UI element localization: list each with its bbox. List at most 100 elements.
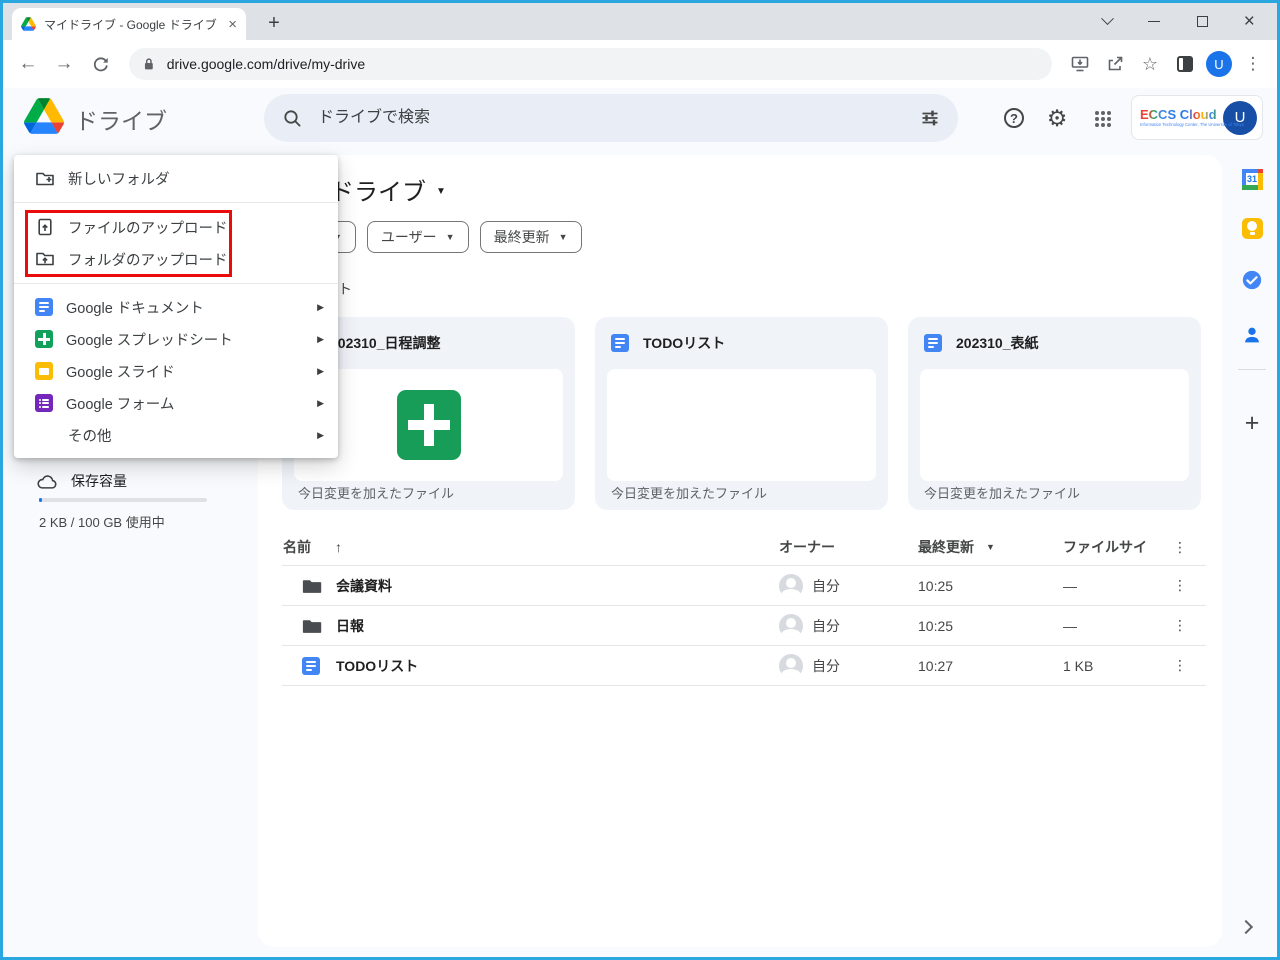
side-panel-divider bbox=[1238, 369, 1266, 370]
suggested-cards: 202310_日程調整 今日変更を加えたファイル TODOリスト 今日変更を加え… bbox=[282, 317, 1201, 510]
chevron-down-icon: ▼ bbox=[445, 232, 455, 242]
forms-icon bbox=[35, 394, 53, 412]
search-icon bbox=[284, 110, 301, 127]
tab-search-chevron-icon[interactable] bbox=[1101, 12, 1114, 26]
hide-side-panel-chevron-icon[interactable] bbox=[1238, 919, 1254, 935]
submenu-arrow-icon: ▶ bbox=[317, 365, 324, 376]
menu-item-label: Google フォーム bbox=[66, 396, 175, 413]
column-header-size[interactable]: ファイルサイ bbox=[1063, 529, 1147, 565]
menu-item-folder-upload[interactable]: フォルダのアップロード bbox=[14, 243, 338, 275]
browser-menu-icon[interactable]: ⋮ bbox=[1239, 50, 1267, 78]
menu-item-google-forms[interactable]: Google フォーム ▶ bbox=[14, 387, 338, 419]
browser-tab[interactable]: マイドライブ - Google ドライブ × bbox=[12, 8, 246, 40]
drive-account-avatar[interactable]: U bbox=[1223, 100, 1257, 135]
card-caption: 今日変更を加えたファイル bbox=[924, 486, 1081, 501]
title-dropdown-caret-icon[interactable]: ▼ bbox=[436, 186, 446, 197]
menu-item-google-slides[interactable]: Google スライド ▶ bbox=[14, 355, 338, 387]
row-menu-icon[interactable]: ⋮ bbox=[1170, 566, 1190, 605]
file-row[interactable]: 会議資料 自分 10:25 — ⋮ bbox=[282, 566, 1206, 606]
menu-item-label: Google スライド bbox=[66, 364, 175, 381]
apps-grid-icon[interactable] bbox=[1089, 105, 1115, 131]
header-label: 最終更新 bbox=[918, 539, 974, 555]
filter-chip-modified[interactable]: 最終更新 ▼ bbox=[479, 221, 582, 253]
window-close-button[interactable]: × bbox=[1244, 12, 1255, 31]
tab-close-icon[interactable]: × bbox=[228, 17, 237, 32]
tasks-icon[interactable] bbox=[1240, 268, 1264, 292]
get-addons-plus-icon[interactable]: + bbox=[1240, 409, 1264, 437]
chip-label: ユーザー bbox=[380, 229, 437, 245]
row-menu-icon[interactable]: ⋮ bbox=[1170, 606, 1190, 645]
menu-item-new-folder[interactable]: 新しいフォルダ bbox=[14, 155, 338, 202]
file-size: — bbox=[1063, 617, 1077, 634]
file-row[interactable]: TODOリスト 自分 10:27 1 KB ⋮ bbox=[282, 646, 1206, 686]
filter-chip-people[interactable]: ユーザー ▼ bbox=[366, 221, 469, 253]
folder-upload-icon bbox=[36, 252, 54, 266]
suggested-card[interactable]: TODOリスト 今日変更を加えたファイル bbox=[595, 317, 888, 510]
card-caption: 今日変更を加えたファイル bbox=[298, 486, 455, 501]
tab-title: マイドライブ - Google ドライブ bbox=[44, 17, 217, 32]
cloud-icon bbox=[37, 475, 57, 489]
drive-app-name: ドライブ bbox=[75, 108, 167, 134]
eccs-logo: ECCS Cloud Mail Information Technology C… bbox=[1140, 106, 1246, 128]
browser-window: マイドライブ - Google ドライブ × + × ← → drive.goo… bbox=[3, 3, 1277, 957]
calendar-icon[interactable]: 31 bbox=[1240, 167, 1264, 191]
list-settings-icon[interactable]: ⋮ bbox=[1170, 529, 1190, 565]
docs-icon bbox=[35, 298, 53, 316]
menu-divider bbox=[14, 202, 338, 203]
browser-profile-avatar[interactable]: U bbox=[1206, 51, 1232, 77]
file-size: 1 KB bbox=[1063, 657, 1094, 674]
file-row[interactable]: 日報 自分 10:25 — ⋮ bbox=[282, 606, 1206, 646]
window-maximize-button[interactable] bbox=[1196, 16, 1208, 27]
submenu-arrow-icon: ▶ bbox=[317, 301, 324, 312]
drive-logo[interactable] bbox=[24, 98, 64, 139]
contacts-icon[interactable] bbox=[1240, 323, 1264, 347]
menu-item-google-sheets[interactable]: Google スプレッドシート ▶ bbox=[14, 323, 338, 355]
slides-icon bbox=[35, 362, 53, 380]
owner-name: 自分 bbox=[812, 617, 840, 634]
new-tab-button[interactable]: + bbox=[260, 9, 288, 37]
account-pill[interactable]: ECCS Cloud Mail Information Technology C… bbox=[1131, 95, 1263, 140]
menu-item-google-docs[interactable]: Google ドキュメント ▶ bbox=[14, 291, 338, 323]
chip-label: 最終更新 bbox=[493, 229, 550, 245]
url-input[interactable] bbox=[164, 55, 1038, 73]
row-menu-icon[interactable]: ⋮ bbox=[1170, 646, 1190, 685]
browser-toolbar: ← → drive.google.com/drive/my-drive ☆ U … bbox=[3, 40, 1277, 88]
keep-icon[interactable] bbox=[1240, 216, 1264, 240]
sheets-icon bbox=[35, 330, 53, 348]
folder-icon bbox=[302, 566, 322, 605]
suggested-card[interactable]: 202310_表紙 今日変更を加えたファイル bbox=[908, 317, 1201, 510]
docs-file-icon bbox=[611, 334, 629, 352]
settings-gear-icon[interactable]: ⚙ bbox=[1044, 105, 1070, 131]
drive-search-bar[interactable] bbox=[264, 94, 958, 142]
eccs-logo-text: ECCS Cloud Mail bbox=[1140, 106, 1246, 122]
docs-file-icon bbox=[302, 646, 320, 685]
column-header-modified[interactable]: 最終更新 ▼ bbox=[918, 529, 995, 565]
address-bar[interactable] bbox=[129, 48, 1052, 80]
menu-item-label: フォルダのアップロード bbox=[68, 252, 228, 269]
card-file-name: TODOリスト bbox=[643, 335, 726, 351]
back-icon[interactable]: ← bbox=[13, 49, 43, 79]
storage-progress-bar bbox=[39, 498, 207, 502]
reload-icon[interactable] bbox=[85, 49, 115, 79]
sort-ascending-icon[interactable]: ↑ bbox=[335, 539, 342, 555]
window-minimize-button[interactable] bbox=[1148, 20, 1161, 23]
new-folder-icon bbox=[36, 172, 54, 185]
card-caption: 今日変更を加えたファイル bbox=[611, 486, 768, 501]
file-list-header: 名前 ↑ オーナー 最終更新 ▼ ファイルサイ ⋮ bbox=[282, 529, 1206, 566]
install-icon[interactable] bbox=[1066, 50, 1094, 78]
menu-item-file-upload[interactable]: ファイルのアップロード bbox=[14, 211, 338, 243]
sidebar-item-storage[interactable]: 保存容量 bbox=[36, 471, 127, 491]
bookmark-star-icon[interactable]: ☆ bbox=[1136, 50, 1164, 78]
help-icon[interactable]: ? bbox=[1001, 105, 1027, 131]
storage-progress-fill bbox=[39, 498, 42, 502]
forward-icon[interactable]: → bbox=[49, 49, 79, 79]
side-panel-icon[interactable] bbox=[1171, 50, 1199, 78]
menu-item-more[interactable]: その他 ▶ bbox=[14, 419, 338, 451]
chevron-down-icon: ▼ bbox=[558, 232, 568, 242]
drive-search-input[interactable] bbox=[316, 108, 906, 128]
search-options-icon[interactable] bbox=[920, 108, 940, 128]
share-icon[interactable] bbox=[1101, 50, 1129, 78]
column-header-owner[interactable]: オーナー bbox=[779, 529, 835, 565]
submenu-arrow-icon: ▶ bbox=[317, 333, 324, 344]
column-header-name[interactable]: 名前 ↑ bbox=[283, 529, 342, 565]
